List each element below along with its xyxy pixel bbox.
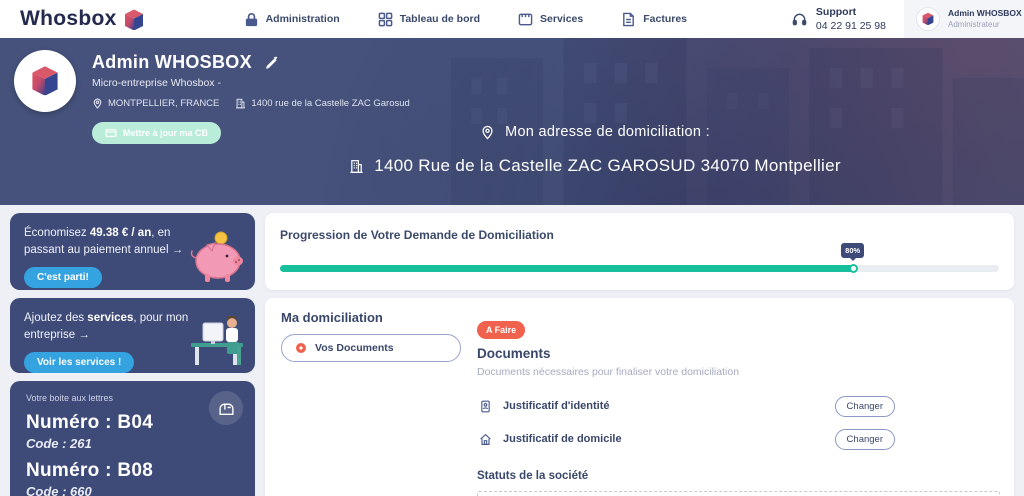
nav-administration[interactable]: Administration: [244, 12, 340, 27]
services-lead: Ajoutez des: [24, 312, 87, 324]
update-card-button[interactable]: Mettre à jour ma CB: [92, 122, 221, 144]
status-dot-icon: [296, 343, 306, 353]
desk-worker-illustration: [187, 309, 247, 367]
dashboard-grid-icon: [378, 12, 393, 27]
whosbox-logo[interactable]: Whosbox: [20, 3, 149, 35]
box-logo-icon: [119, 5, 149, 35]
profile-address-short: 1400 rue de la Castelle ZAC Garosud: [251, 98, 409, 109]
documents-section-subtitle: Documents nécessaires pour finaliser vot…: [477, 366, 1000, 378]
tab-label: Vos Documents: [315, 342, 394, 354]
profile-address-item: 1400 rue de la Castelle ZAC Garosud: [235, 98, 409, 109]
nav-label: Services: [540, 13, 583, 25]
profile-avatar: [14, 50, 76, 112]
documents-section-title: Documents: [477, 346, 1000, 361]
nav-services[interactable]: Services: [518, 12, 583, 27]
user-avatar: [916, 7, 940, 31]
document-row-identite: Justificatif d'identité Changer: [477, 393, 895, 419]
savings-amount: 49.38 € / an: [90, 227, 151, 239]
documents-section: A Faire Documents Documents nécessaires …: [477, 320, 1000, 496]
progress-percent-tooltip: 80%: [841, 243, 864, 258]
home-icon: [479, 433, 492, 446]
savings-cta-button[interactable]: C'est parti!: [24, 267, 102, 288]
support-phone: 04 22 91 25 98: [816, 19, 886, 33]
progression-panel: Progression de Votre Demande de Domicili…: [265, 213, 1014, 290]
mailbox-number: Numéro : B04: [26, 412, 239, 434]
profile-company: Micro-entreprise Whosbox -: [92, 77, 221, 89]
domiciliation-panel: Ma domiciliation Vos Documents A Faire D…: [265, 298, 1014, 496]
change-document-button[interactable]: Changer: [835, 429, 895, 450]
profile-city: MONTPELLIER, FRANCE: [108, 98, 219, 109]
nav-tableau-de-bord[interactable]: Tableau de bord: [378, 12, 480, 27]
mailbox-icon-badge: [209, 391, 243, 425]
progress-bar-knob: [849, 264, 858, 273]
brand-name: Whosbox: [20, 7, 117, 31]
document-label: Justificatif de domicile: [503, 433, 824, 445]
mailbox-code: Code : 660: [26, 484, 239, 496]
update-card-label: Mettre à jour ma CB: [123, 128, 208, 138]
support-label: Support: [816, 5, 886, 19]
support-contact: Support 04 22 91 25 98: [792, 5, 886, 33]
mailbox-icon: [218, 400, 235, 417]
mailbox-card: Votre boite aux lettres Numéro : B04 Cod…: [10, 381, 255, 496]
sidebar: Économisez 49.38 € / an, en passant au p…: [10, 213, 255, 496]
progress-bar-track: 80%: [280, 265, 999, 272]
invoice-icon: [621, 12, 636, 27]
top-header: Whosbox Administration Tableau de bord S…: [0, 0, 1024, 38]
mailbox-code: Code : 261: [26, 436, 239, 451]
nav-factures[interactable]: Factures: [621, 12, 687, 27]
statuts-upload-dropzone[interactable]: Statuts de la société: [477, 491, 1000, 496]
progression-title: Progression de Votre Demande de Domicili…: [280, 228, 554, 242]
main-nav: Administration Tableau de bord Services …: [244, 12, 687, 27]
map-pin-icon: [480, 125, 495, 140]
services-cta-button[interactable]: Voir les services !: [24, 352, 134, 373]
id-card-icon: [479, 400, 492, 413]
services-bold: services: [87, 312, 133, 324]
tab-vos-documents[interactable]: Vos Documents: [281, 334, 461, 362]
headset-icon: [792, 12, 807, 27]
building-icon: [235, 98, 246, 109]
savings-card: Économisez 49.38 € / an, en passant au p…: [10, 213, 255, 290]
status-badge: A Faire: [477, 321, 525, 339]
user-profile[interactable]: Admin WHOSBOX Administrateur: [904, 0, 1024, 38]
services-text: Ajoutez des services, pour mon entrepris…: [24, 310, 194, 343]
services-card: Ajoutez des services, pour mon entrepris…: [10, 298, 255, 373]
statuts-title: Statuts de la société: [477, 470, 1000, 482]
map-pin-icon: [92, 98, 103, 109]
nav-label: Factures: [643, 13, 687, 25]
profile-city-item: MONTPELLIER, FRANCE: [92, 98, 219, 109]
domiciliation-address-block: Mon adresse de domiciliation : 1400 Rue …: [265, 124, 925, 176]
nav-label: Tableau de bord: [400, 13, 480, 25]
change-document-button[interactable]: Changer: [835, 396, 895, 417]
nav-label: Administration: [266, 13, 340, 25]
document-label: Justificatif d'identité: [503, 400, 824, 412]
savings-lead: Économisez: [24, 227, 90, 239]
main-column: Progression de Votre Demande de Domicili…: [265, 213, 1014, 496]
profile-location-row: MONTPELLIER, FRANCE 1400 rue de la Caste…: [92, 98, 410, 109]
user-role: Administrateur: [948, 20, 1022, 30]
user-name: Admin WHOSBOX: [948, 7, 1022, 20]
building-photo-backdrop: [410, 38, 1024, 205]
page-content: Économisez 49.38 € / an, en passant au p…: [0, 205, 1024, 496]
credit-card-icon: [105, 127, 117, 139]
box-logo-icon: [24, 60, 66, 102]
lock-icon: [244, 12, 259, 27]
building-icon: [349, 159, 364, 174]
mailbox-number: Numéro : B08: [26, 460, 239, 482]
progress-bar-fill: 80%: [280, 265, 855, 272]
domiciliation-address-title: Mon adresse de domiciliation :: [505, 124, 710, 140]
storefront-icon: [518, 12, 533, 27]
documents-list: Justificatif d'identité Changer Justific…: [477, 393, 895, 452]
edit-profile-icon[interactable]: [264, 56, 278, 70]
domiciliation-title: Ma domiciliation: [281, 310, 383, 325]
document-row-domicile: Justificatif de domicile Changer: [477, 426, 895, 452]
mailbox-card-title: Votre boite aux lettres: [26, 393, 239, 403]
profile-hero-banner: Admin WHOSBOX Micro-entreprise Whosbox -…: [0, 38, 1024, 205]
savings-text: Économisez 49.38 € / an, en passant au p…: [24, 225, 194, 258]
domiciliation-address-full: 1400 Rue de la Castelle ZAC GAROSUD 3407…: [374, 156, 841, 176]
box-logo-icon: [919, 10, 937, 28]
piggy-bank-illustration: [185, 228, 247, 284]
profile-name: Admin WHOSBOX: [92, 52, 252, 73]
